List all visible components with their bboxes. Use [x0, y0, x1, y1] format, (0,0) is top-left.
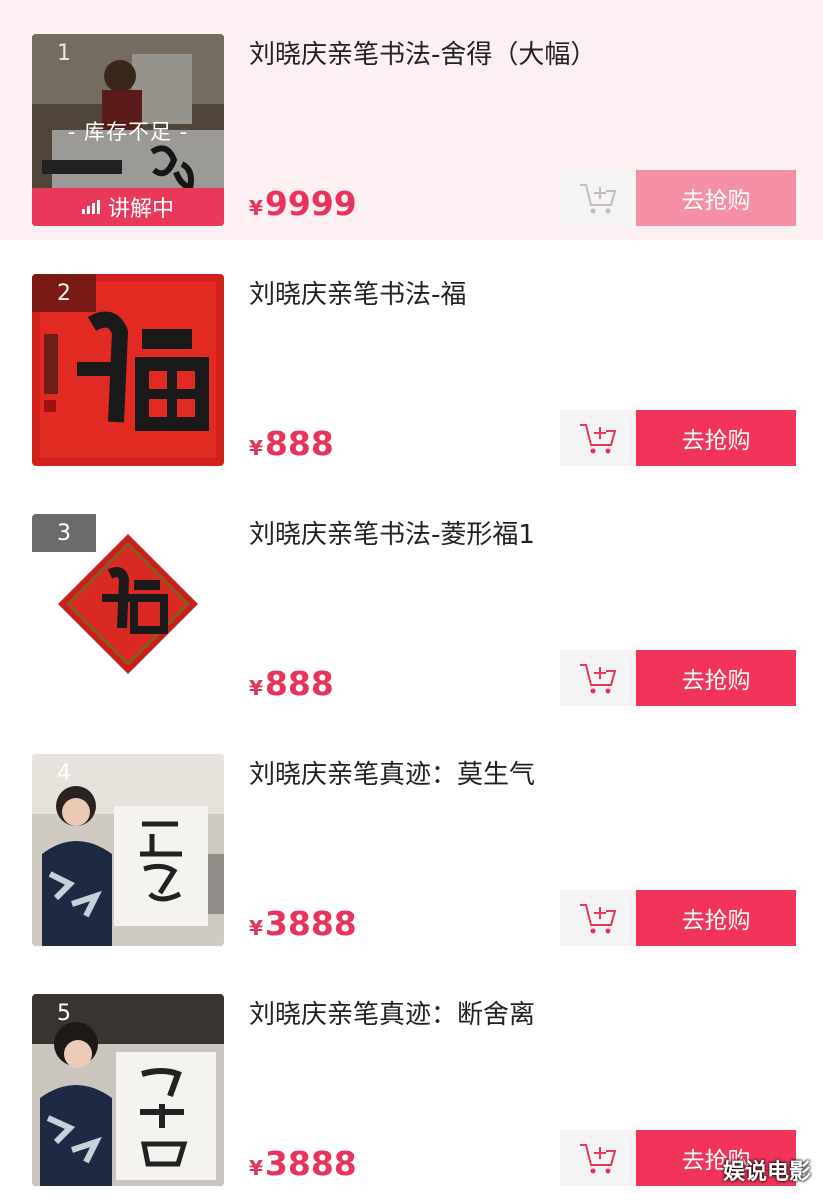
- cart-plus-icon: [580, 904, 617, 934]
- product-thumbnail[interactable]: 1 - 库存不足 - 讲解中: [32, 34, 224, 226]
- product-thumbnail[interactable]: 4: [32, 754, 224, 946]
- product-thumbnail[interactable]: 2: [32, 274, 224, 466]
- currency-symbol: ¥: [249, 1156, 263, 1180]
- product-title[interactable]: 刘晓庆亲笔书法-福: [249, 274, 466, 311]
- product-price: ¥3888: [249, 904, 357, 943]
- product-price: ¥3888: [249, 1144, 357, 1183]
- product-price: ¥888: [249, 424, 334, 463]
- product-thumbnail[interactable]: 5: [32, 994, 224, 1186]
- product-price: ¥888: [249, 664, 334, 703]
- buy-now-button[interactable]: 去抢购: [636, 650, 796, 706]
- cart-plus-icon: [580, 184, 617, 214]
- buy-now-button[interactable]: 去抢购: [636, 170, 796, 226]
- product-row-2[interactable]: 2 刘晓庆亲笔书法-福 ¥888 去抢购: [0, 240, 823, 480]
- product-row-4[interactable]: 4 刘晓庆亲笔真迹：莫生气 ¥3888 去抢购: [0, 720, 823, 960]
- currency-symbol: ¥: [249, 436, 263, 460]
- price-value: 3888: [264, 904, 357, 943]
- add-to-cart-button[interactable]: [560, 650, 636, 706]
- product-row-5[interactable]: 5 刘晓庆亲笔真迹：断舍离 ¥3888 去抢购: [0, 960, 823, 1200]
- product-index: 4: [57, 760, 71, 786]
- product-row-3[interactable]: 3 刘晓庆亲笔书法-菱形福1 ¥888 去抢购: [0, 480, 823, 720]
- live-badge-label: 讲解中: [107, 197, 174, 222]
- buy-now-button[interactable]: 去抢购: [636, 890, 796, 946]
- product-index: 2: [32, 274, 96, 312]
- price-value: 888: [264, 424, 334, 463]
- price-value: 9999: [264, 184, 357, 223]
- signal-bars-icon: [81, 200, 100, 214]
- product-thumbnail[interactable]: 3: [32, 514, 224, 706]
- watermark-text: 娱说电影: [722, 1160, 811, 1185]
- product-title[interactable]: 刘晓庆亲笔真迹：断舍离: [249, 994, 535, 1031]
- currency-symbol: ¥: [249, 676, 263, 700]
- currency-symbol: ¥: [249, 196, 263, 220]
- product-index: 5: [57, 1000, 71, 1026]
- add-to-cart-button[interactable]: [560, 1130, 636, 1186]
- cart-plus-icon: [580, 424, 617, 454]
- product-list: 1 - 库存不足 - 讲解中 刘晓庆亲笔书法-舍得（大幅） ¥9999 去抢购: [0, 0, 823, 1200]
- product-index: 1: [57, 40, 71, 66]
- price-value: 888: [264, 664, 334, 703]
- product-title[interactable]: 刘晓庆亲笔真迹：莫生气: [249, 754, 535, 791]
- live-explaining-badge: 讲解中: [32, 188, 224, 226]
- buy-now-button[interactable]: 去抢购: [636, 410, 796, 466]
- cart-plus-icon: [580, 664, 617, 694]
- product-price: ¥9999: [249, 184, 357, 223]
- add-to-cart-button[interactable]: [560, 170, 636, 226]
- product-title[interactable]: 刘晓庆亲笔书法-舍得（大幅）: [249, 34, 596, 71]
- currency-symbol: ¥: [249, 916, 263, 940]
- product-index: 3: [32, 514, 96, 552]
- add-to-cart-button[interactable]: [560, 410, 636, 466]
- product-row-1[interactable]: 1 - 库存不足 - 讲解中 刘晓庆亲笔书法-舍得（大幅） ¥9999 去抢购: [0, 0, 823, 240]
- price-value: 3888: [264, 1144, 357, 1183]
- cart-plus-icon: [580, 1144, 617, 1174]
- product-title[interactable]: 刘晓庆亲笔书法-菱形福1: [249, 514, 535, 551]
- add-to-cart-button[interactable]: [560, 890, 636, 946]
- stock-warning: - 库存不足 -: [67, 120, 189, 144]
